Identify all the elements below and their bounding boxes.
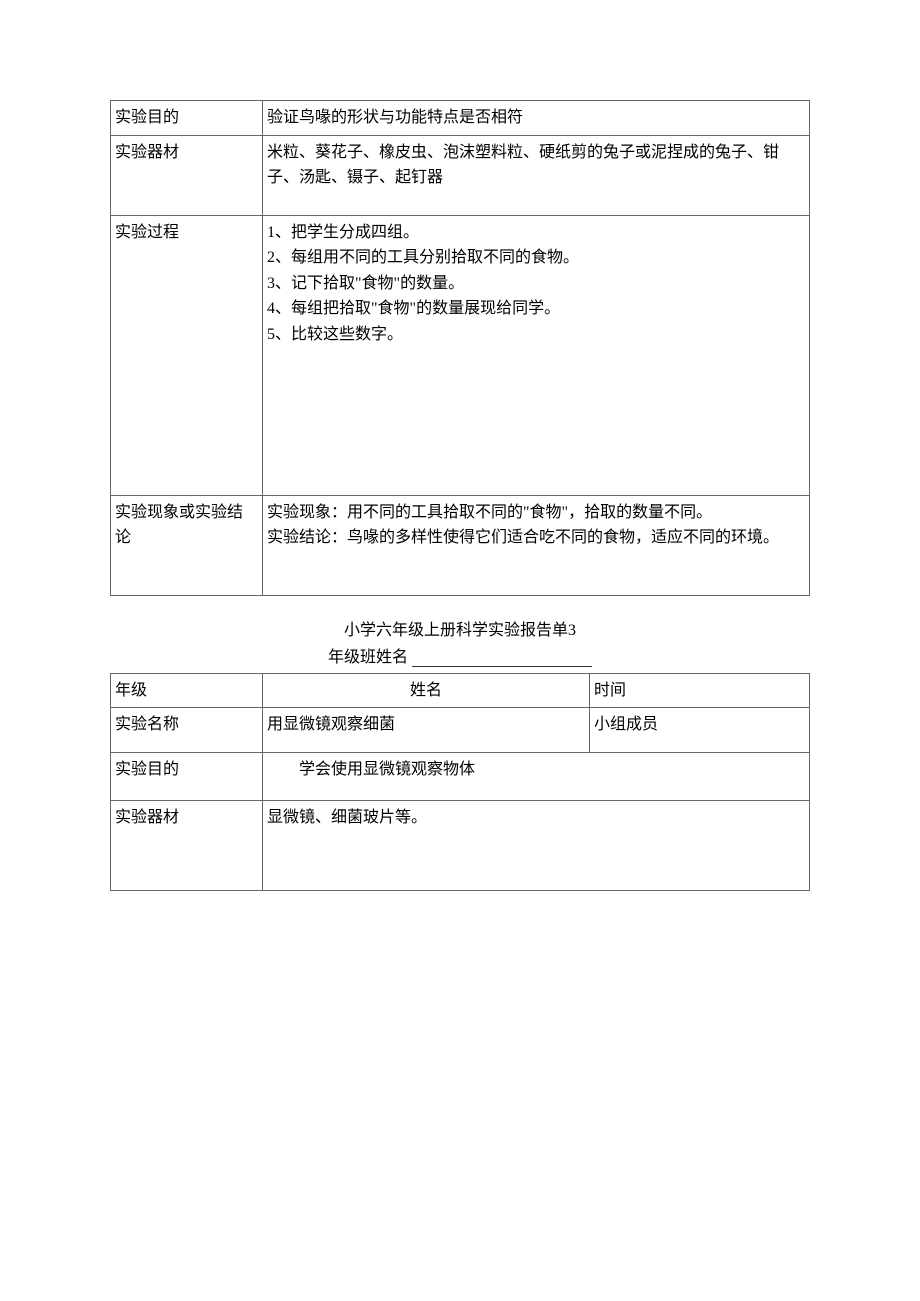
t2-row-expname: 实验名称 用显微镜观察细菌 小组成员 xyxy=(111,708,810,753)
t2-time-label: 时间 xyxy=(590,673,810,708)
row-conclusion: 实验现象或实验结论 实验现象：用不同的工具拾取不同的"食物"，拾取的数量不同。 … xyxy=(111,495,810,595)
section-title: 小学六年级上册科学实验报告单3 xyxy=(110,616,810,640)
section-subtitle: 年级班姓名 xyxy=(110,643,810,667)
t2-name-label: 姓名 xyxy=(263,673,590,708)
label-conclusion: 实验现象或实验结论 xyxy=(111,495,263,595)
label-equipment: 实验器材 xyxy=(111,135,263,215)
row-equipment: 实验器材 米粒、葵花子、橡皮虫、泡沫塑料粒、硬纸剪的兔子或泥捏成的兔子、钳子、汤… xyxy=(111,135,810,215)
t2-expname-label: 实验名称 xyxy=(111,708,263,753)
t2-row-header: 年级 姓名 时间 xyxy=(111,673,810,708)
process-item-4: 4、每组把拾取"食物"的数量展现给同学。 xyxy=(267,296,805,322)
process-item-3: 3、记下拾取"食物"的数量。 xyxy=(267,271,805,297)
t2-equipment-value: 显微镜、细菌玻片等。 xyxy=(263,801,810,891)
label-purpose: 实验目的 xyxy=(111,101,263,136)
subtitle-prefix: 年级班姓名 xyxy=(328,649,408,666)
content-purpose: 验证鸟喙的形状与功能特点是否相符 xyxy=(263,101,810,136)
content-conclusion: 实验现象：用不同的工具拾取不同的"食物"，拾取的数量不同。 实验结论：鸟喙的多样… xyxy=(263,495,810,595)
process-item-5: 5、比较这些数字。 xyxy=(267,322,805,348)
t2-row-purpose: 实验目的 学会使用显微镜观察物体 xyxy=(111,753,810,801)
t2-group-label: 小组成员 xyxy=(590,708,810,753)
label-process: 实验过程 xyxy=(111,215,263,495)
t2-row-equipment: 实验器材 显微镜、细菌玻片等。 xyxy=(111,801,810,891)
t2-grade-label: 年级 xyxy=(111,673,263,708)
process-item-1: 1、把学生分成四组。 xyxy=(267,220,805,246)
t2-purpose-label: 实验目的 xyxy=(111,753,263,801)
conclusion-line2: 实验结论：鸟喙的多样性使得它们适合吃不同的食物，适应不同的环境。 xyxy=(267,525,805,551)
row-process: 实验过程 1、把学生分成四组。 2、每组用不同的工具分别拾取不同的食物。 3、记… xyxy=(111,215,810,495)
content-equipment: 米粒、葵花子、橡皮虫、泡沫塑料粒、硬纸剪的兔子或泥捏成的兔子、钳子、汤匙、镊子、… xyxy=(263,135,810,215)
row-purpose: 实验目的 验证鸟喙的形状与功能特点是否相符 xyxy=(111,101,810,136)
t2-purpose-value: 学会使用显微镜观察物体 xyxy=(263,753,810,801)
experiment-table-1: 实验目的 验证鸟喙的形状与功能特点是否相符 实验器材 米粒、葵花子、橡皮虫、泡沫… xyxy=(110,100,810,596)
conclusion-line1: 实验现象：用不同的工具拾取不同的"食物"，拾取的数量不同。 xyxy=(267,500,805,526)
t2-expname-value: 用显微镜观察细菌 xyxy=(263,708,590,753)
process-item-2: 2、每组用不同的工具分别拾取不同的食物。 xyxy=(267,245,805,271)
subtitle-underline xyxy=(412,666,592,667)
content-process: 1、把学生分成四组。 2、每组用不同的工具分别拾取不同的食物。 3、记下拾取"食… xyxy=(263,215,810,495)
t2-equipment-label: 实验器材 xyxy=(111,801,263,891)
experiment-table-2: 年级 姓名 时间 实验名称 用显微镜观察细菌 小组成员 实验目的 学会使用显微镜… xyxy=(110,673,810,892)
